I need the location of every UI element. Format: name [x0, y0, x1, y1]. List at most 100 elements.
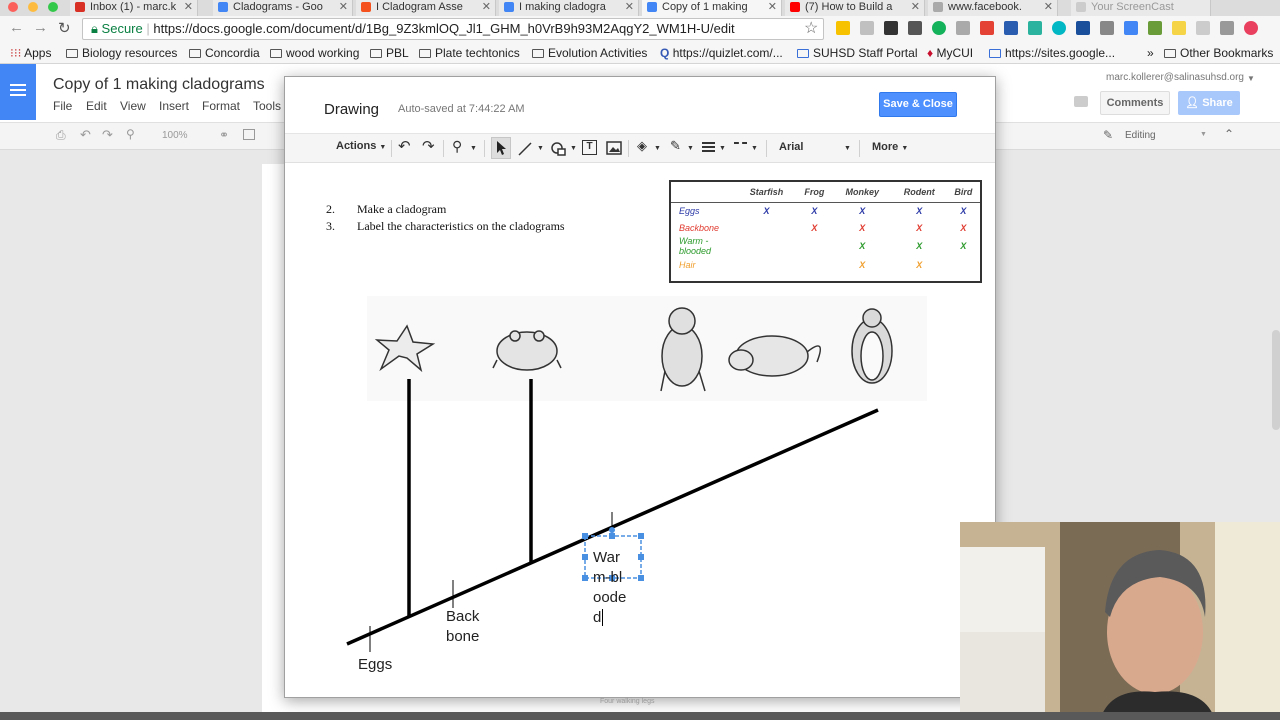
star-icon[interactable]: ☆	[804, 18, 818, 38]
menu-insert[interactable]: Insert	[159, 99, 189, 113]
extension-icon[interactable]	[956, 21, 970, 35]
border-weight-icon[interactable]	[702, 142, 715, 144]
menu-edit[interactable]: Edit	[86, 99, 107, 113]
share-button[interactable]: 👤︎ Share	[1178, 91, 1240, 115]
tab-screencast[interactable]: Your ScreenCast	[1071, 0, 1211, 16]
extension-icon[interactable]	[884, 21, 898, 35]
drawing-canvas[interactable]: 2. Make a cladogram 3. Label the character…	[285, 164, 995, 697]
link-icon[interactable]: ⚭	[219, 128, 229, 142]
shape-tool[interactable]	[549, 140, 569, 163]
textbox-icon[interactable]: T	[582, 140, 597, 155]
print-icon[interactable]: ⎙	[56, 128, 66, 143]
extension-icon[interactable]	[836, 21, 850, 35]
label-eggs[interactable]: Eggs	[358, 655, 392, 675]
bookmark-sites[interactable]: https://sites.google...	[989, 46, 1115, 60]
drive-extension-icon[interactable]	[1124, 21, 1138, 35]
extension-icon[interactable]	[1052, 21, 1066, 35]
fill-color-icon[interactable]: ◈	[637, 138, 647, 154]
chevron-down-icon[interactable]: ▼	[570, 145, 577, 152]
bookmark-mycui[interactable]: ♦ MyCUI	[927, 46, 973, 60]
zoom-icon[interactable]: ⚲	[452, 138, 462, 155]
label-warm-blooded-editing[interactable]: War m-bl oode d	[593, 548, 626, 628]
bookmark-quizlet[interactable]: Q https://quizlet.com/...	[660, 46, 783, 60]
forward-icon[interactable]: →	[33, 19, 48, 36]
tab-facebook[interactable]: www.facebook. ✕	[928, 0, 1058, 16]
menu-tools[interactable]: Tools	[253, 99, 281, 113]
bookmark-suhsd[interactable]: SUHSD Staff Portal	[797, 46, 917, 60]
chevron-down-icon[interactable]: ▼	[751, 145, 758, 152]
window-maximize-button[interactable]	[48, 2, 58, 12]
extension-icon[interactable]	[980, 21, 994, 35]
bookmark-apps[interactable]: ⁝⁝⁝ Apps	[10, 46, 51, 60]
reload-icon[interactable]: ↻	[58, 19, 71, 37]
zoom-select[interactable]: 100%	[162, 130, 188, 141]
docs-logo-icon[interactable]	[0, 64, 36, 120]
extension-icon[interactable]	[908, 21, 922, 35]
close-icon[interactable]: ✕	[482, 0, 491, 13]
mode-dropdown-icon[interactable]: ▼	[1200, 131, 1207, 138]
omnibox[interactable]: 🔒︎ Secure | https://docs.google.com/docu…	[82, 18, 824, 40]
tab-inbox[interactable]: Inbox (1) - marc.k ✕	[70, 0, 198, 16]
tab-copy-making[interactable]: Copy of 1 making ✕	[642, 0, 782, 16]
bookmark-other[interactable]: Other Bookmarks	[1164, 46, 1273, 60]
chevron-down-icon[interactable]: ▼	[719, 145, 726, 152]
comment-icon[interactable]	[1074, 96, 1088, 107]
window-close-button[interactable]	[8, 2, 18, 12]
bookmark-folder[interactable]: Concordia	[189, 46, 260, 60]
bookmark-folder[interactable]: Biology resources	[66, 46, 177, 60]
extension-icon[interactable]	[1100, 21, 1114, 35]
collapse-icon[interactable]: ⌃	[1224, 127, 1234, 141]
select-tool[interactable]	[491, 137, 511, 159]
tab-making-cladograms[interactable]: I making cladogra ✕	[499, 0, 639, 16]
tab-youtube[interactable]: (7) How to Build a ✕	[785, 0, 925, 16]
close-icon[interactable]: ✕	[768, 0, 777, 13]
menu-format[interactable]: Format	[202, 99, 240, 113]
undo-icon[interactable]: ↶	[80, 127, 91, 143]
extension-icon[interactable]	[1220, 21, 1234, 35]
comment-add-icon[interactable]	[243, 129, 255, 140]
window-minimize-button[interactable]	[28, 2, 38, 12]
chevron-down-icon[interactable]: ▼	[470, 145, 477, 152]
editing-mode[interactable]: Editing	[1125, 130, 1156, 141]
bookmark-folder[interactable]: Plate techtonics	[419, 46, 520, 60]
label-backbone[interactable]: Back bone	[446, 607, 479, 647]
more-menu[interactable]: More ▼	[872, 141, 908, 153]
close-icon[interactable]: ✕	[911, 0, 920, 13]
extension-icon[interactable]	[1076, 21, 1090, 35]
comments-button[interactable]: Comments	[1100, 91, 1170, 115]
extension-icon[interactable]	[1172, 21, 1186, 35]
chevron-down-icon[interactable]: ▼	[687, 145, 694, 152]
extension-icon[interactable]	[1004, 21, 1018, 35]
actions-menu[interactable]: Actions ▼	[336, 140, 386, 152]
grammarly-icon[interactable]	[932, 21, 946, 35]
bookmark-folder[interactable]: PBL	[370, 46, 409, 60]
paint-format-icon[interactable]: ⚲	[126, 127, 135, 141]
extension-icon[interactable]	[1148, 21, 1162, 35]
border-dash-icon[interactable]	[734, 142, 747, 144]
border-color-icon[interactable]: ✎	[670, 138, 681, 154]
close-icon[interactable]: ✕	[184, 0, 193, 13]
close-icon[interactable]: ✕	[339, 0, 348, 13]
chevron-down-icon[interactable]: ▼	[537, 145, 544, 152]
account-dropdown-icon[interactable]: ▼	[1247, 74, 1255, 83]
redo-icon[interactable]: ↷	[422, 137, 435, 155]
tab-cladogram-assessment[interactable]: I Cladogram Asse ✕	[356, 0, 496, 16]
back-icon[interactable]: ←	[9, 19, 24, 36]
undo-icon[interactable]: ↶	[398, 137, 411, 155]
close-icon[interactable]: ✕	[1044, 0, 1053, 13]
bookmark-folder[interactable]: Evolution Activities	[532, 46, 647, 60]
menu-view[interactable]: View	[120, 99, 146, 113]
extension-icon[interactable]	[1244, 21, 1258, 35]
bookmarks-overflow[interactable]: »	[1147, 46, 1154, 60]
line-tool[interactable]	[516, 140, 534, 163]
close-icon[interactable]: ✕	[625, 0, 634, 13]
redo-icon[interactable]: ↷	[102, 127, 113, 143]
tab-cladograms[interactable]: Cladograms - Goo ✕	[213, 0, 353, 16]
bookmark-folder[interactable]: wood working	[270, 46, 359, 60]
account-email[interactable]: marc.kollerer@salinasuhsd.org	[1106, 72, 1244, 83]
chevron-down-icon[interactable]: ▼	[654, 145, 661, 152]
scrollbar-thumb[interactable]	[1272, 330, 1280, 430]
menu-file[interactable]: File	[53, 99, 72, 113]
font-select[interactable]: Arial	[779, 141, 803, 153]
extension-icon[interactable]	[1028, 21, 1042, 35]
